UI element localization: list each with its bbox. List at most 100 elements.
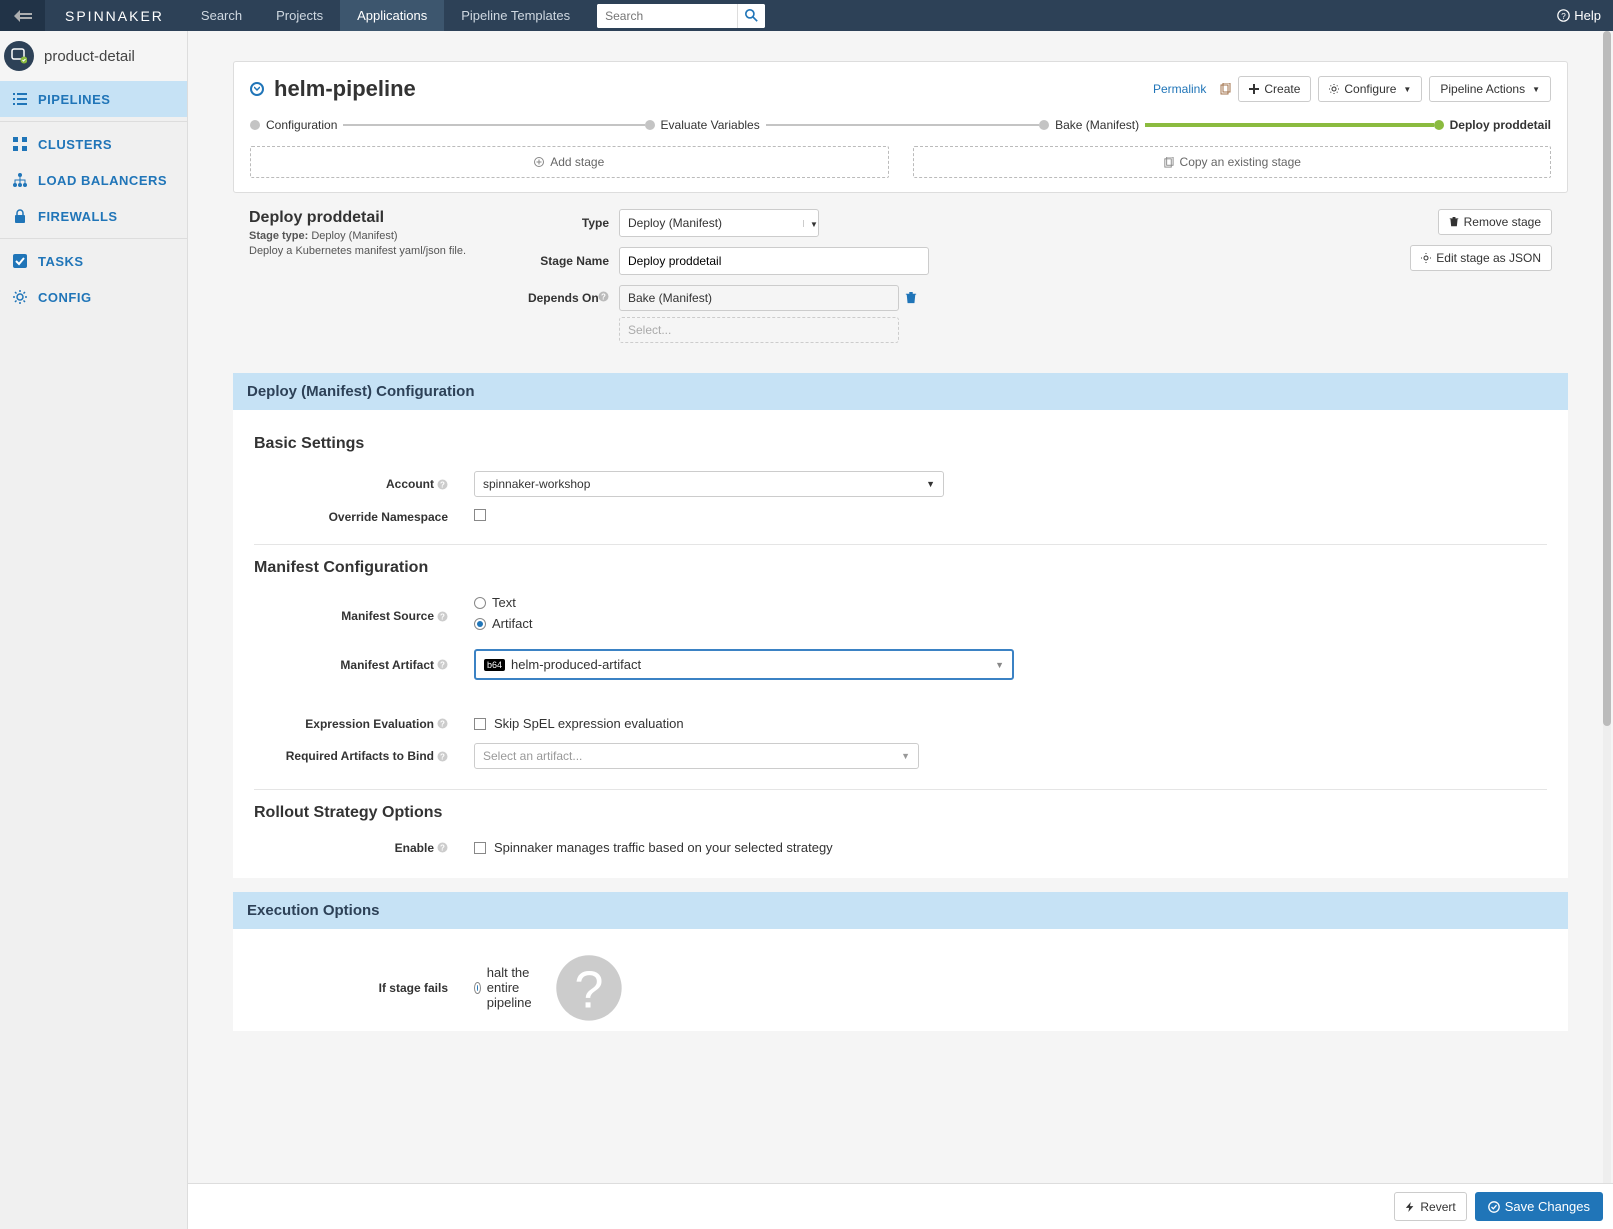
- btn-label: Save Changes: [1505, 1199, 1590, 1214]
- sidebar-item-tasks[interactable]: TASKS: [0, 243, 187, 279]
- override-label: Override Namespace: [329, 510, 448, 524]
- copy-icon: [1163, 157, 1174, 168]
- checkbox-label: Spinnaker manages traffic based on your …: [494, 840, 833, 855]
- gear-icon: [1329, 84, 1339, 94]
- radio-artifact[interactable]: [474, 618, 486, 630]
- sidebar-label: FIREWALLS: [38, 209, 118, 224]
- svg-text:?: ?: [440, 612, 445, 621]
- topnav: SPINNAKER Search Projects Applications P…: [0, 0, 1613, 31]
- stage-name-input[interactable]: [619, 247, 929, 275]
- account-select[interactable]: spinnaker-workshop ▼: [474, 471, 944, 497]
- sidebar-label: LOAD BALANCERS: [38, 173, 167, 188]
- save-button[interactable]: Save Changes: [1475, 1192, 1603, 1221]
- copy-icon[interactable]: [1219, 83, 1231, 95]
- radio-text[interactable]: [474, 597, 486, 609]
- nav-list: PIPELINES CLUSTERS LOAD BALANCERS FIREWA…: [0, 81, 187, 315]
- sidebar-item-loadbalancers[interactable]: LOAD BALANCERS: [0, 162, 187, 198]
- sidebar: product-detail PIPELINES CLUSTERS LOAD B…: [0, 31, 188, 1229]
- lock-icon: [12, 208, 28, 224]
- help-link[interactable]: ? Help: [1545, 8, 1613, 23]
- nav-projects[interactable]: Projects: [259, 0, 340, 31]
- help-icon: ?: [437, 611, 448, 622]
- copy-stage-button[interactable]: Copy an existing stage: [913, 146, 1552, 178]
- sitemap-icon: [12, 172, 28, 188]
- chevron-down-icon: ▼: [1532, 85, 1540, 94]
- collapse-toggle[interactable]: [250, 82, 264, 96]
- depends-label: Depends On ?: [519, 285, 609, 305]
- btn-label: Configure: [1344, 82, 1396, 96]
- skip-spel-checkbox[interactable]: [474, 718, 486, 730]
- stage-node-evaluate[interactable]: Evaluate Variables: [645, 118, 1040, 132]
- source-label: Manifest Source: [341, 609, 434, 623]
- search-button[interactable]: [737, 4, 765, 28]
- window-check-icon: [11, 48, 27, 64]
- depends-add[interactable]: Select...: [619, 317, 899, 343]
- bolt-icon: [1405, 1202, 1415, 1212]
- manifest-artifact-select[interactable]: b64 helm-produced-artifact ▼: [474, 649, 1014, 680]
- btn-label: Edit stage as JSON: [1436, 251, 1541, 265]
- help-label: Help: [1574, 8, 1601, 23]
- help-icon: ?: [598, 291, 609, 302]
- hamburger-arrow-icon: [14, 10, 32, 22]
- chevron-down-icon: ▼: [803, 220, 810, 227]
- revert-button[interactable]: Revert: [1394, 1192, 1466, 1221]
- sidebar-item-firewalls[interactable]: FIREWALLS: [0, 198, 187, 234]
- stage-node-configuration[interactable]: Configuration: [250, 118, 645, 132]
- chevron-down-icon: ▼: [995, 660, 1004, 670]
- stage-dot: [1039, 120, 1049, 130]
- enable-label: Enable: [395, 841, 434, 855]
- app-header: product-detail: [0, 31, 187, 81]
- btn-label: Pipeline Actions: [1440, 82, 1525, 96]
- search-input[interactable]: [597, 4, 737, 28]
- sidebar-item-pipelines[interactable]: PIPELINES: [0, 81, 187, 117]
- check-icon: [12, 253, 28, 269]
- chevron-down-icon: ▼: [901, 751, 910, 761]
- create-button[interactable]: Create: [1238, 76, 1311, 102]
- svg-text:?: ?: [575, 962, 604, 1020]
- account-label: Account: [386, 477, 434, 491]
- remove-stage-button[interactable]: Remove stage: [1438, 209, 1552, 235]
- footer-bar: Revert Save Changes: [188, 1183, 1613, 1229]
- plus-icon: [1249, 84, 1259, 94]
- help-icon: ?: [437, 718, 448, 729]
- svg-text:?: ?: [601, 293, 606, 302]
- radio-halt[interactable]: [474, 982, 481, 994]
- nav-search[interactable]: Search: [184, 0, 259, 31]
- pipeline-actions-button[interactable]: Pipeline Actions ▼: [1429, 76, 1551, 102]
- sidebar-item-clusters[interactable]: CLUSTERS: [0, 126, 187, 162]
- stage-node-deploy[interactable]: Deploy proddetail: [1434, 118, 1551, 132]
- gear-icon: [12, 289, 28, 305]
- depends-chip[interactable]: Bake (Manifest): [619, 285, 899, 311]
- rollout-heading: Rollout Strategy Options: [254, 804, 1547, 822]
- type-select[interactable]: Deploy (Manifest) ▼: [619, 209, 819, 237]
- radio-label: Artifact: [492, 616, 532, 631]
- nav-applications[interactable]: Applications: [340, 0, 444, 31]
- stage-dot: [645, 120, 655, 130]
- required-artifacts-select[interactable]: Select an artifact... ▼: [474, 743, 919, 769]
- stage-title: Deploy proddetail: [249, 209, 499, 227]
- edit-json-button[interactable]: Edit stage as JSON: [1410, 245, 1552, 271]
- radio-label: halt the entire pipeline: [487, 965, 548, 1010]
- menu-toggle[interactable]: [0, 0, 45, 31]
- expr-label: Expression Evaluation: [305, 717, 434, 731]
- add-stage-button[interactable]: Add stage: [250, 146, 889, 178]
- brand: SPINNAKER: [45, 8, 184, 24]
- manifest-heading: Manifest Configuration: [254, 559, 1547, 577]
- sidebar-label: PIPELINES: [38, 92, 110, 107]
- section-exec-options: Execution Options: [233, 892, 1568, 929]
- help-icon: ?: [437, 479, 448, 490]
- chevron-down-icon: ▼: [1403, 85, 1411, 94]
- svg-text:?: ?: [440, 661, 445, 670]
- trash-icon[interactable]: [905, 292, 917, 304]
- scrollbar[interactable]: [1603, 31, 1611, 1189]
- stage-subtype: Stage type: Deploy (Manifest): [249, 230, 499, 242]
- override-checkbox[interactable]: [474, 509, 486, 521]
- permalink-link[interactable]: Permalink: [1153, 82, 1206, 96]
- stage-label: Configuration: [266, 118, 337, 132]
- rollout-enable-checkbox[interactable]: [474, 842, 486, 854]
- sidebar-item-config[interactable]: CONFIG: [0, 279, 187, 315]
- stage-node-bake[interactable]: Bake (Manifest): [1039, 118, 1434, 132]
- nav-pipeline-templates[interactable]: Pipeline Templates: [444, 0, 587, 31]
- basic-heading: Basic Settings: [254, 435, 1547, 453]
- configure-button[interactable]: Configure ▼: [1318, 76, 1422, 102]
